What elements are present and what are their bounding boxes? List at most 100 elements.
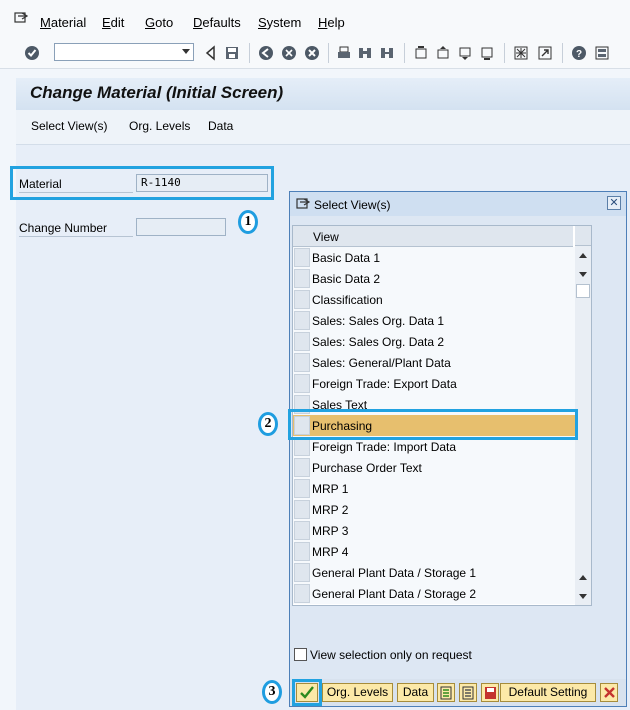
svg-text:?: ? xyxy=(576,49,582,60)
find-icon[interactable] xyxy=(357,45,373,61)
chevron-down-icon[interactable] xyxy=(182,49,190,54)
footer-data-button[interactable]: Data xyxy=(397,683,434,702)
views-table-header: View xyxy=(293,226,573,247)
select-all-icon xyxy=(440,686,452,700)
dialog-title-bar: Select View(s) ✕ xyxy=(290,192,626,216)
footer-org-levels-button[interactable]: Org. Levels xyxy=(322,683,393,702)
list-item[interactable]: MRP 4 xyxy=(293,541,575,562)
default-setting-button[interactable]: Default Setting xyxy=(500,683,596,702)
toolbar-separator xyxy=(562,43,563,63)
create-session-icon[interactable] xyxy=(513,45,529,61)
close-icon[interactable]: ✕ xyxy=(607,196,621,210)
cancel-button[interactable] xyxy=(600,683,618,702)
row-selector[interactable] xyxy=(294,269,310,288)
row-selector[interactable] xyxy=(294,521,310,540)
view-label: Basic Data 2 xyxy=(312,272,381,286)
material-highlight-box xyxy=(10,166,274,200)
list-item[interactable]: Basic Data 2 xyxy=(293,268,575,289)
list-item[interactable]: Basic Data 1 xyxy=(293,247,575,268)
scroll-down-button[interactable] xyxy=(575,588,591,604)
back-icon[interactable] xyxy=(258,45,274,61)
shortcut-icon[interactable] xyxy=(537,45,553,61)
list-item[interactable]: Sales: General/Plant Data xyxy=(293,352,575,373)
row-selector[interactable] xyxy=(294,248,310,267)
row-selector[interactable] xyxy=(294,563,310,582)
page-title-bar: Change Material (Initial Screen) xyxy=(16,78,630,110)
row-selector[interactable] xyxy=(294,311,310,330)
menu-help[interactable]: Help xyxy=(318,15,345,30)
find-next-icon[interactable] xyxy=(379,45,395,61)
first-page-icon[interactable] xyxy=(413,45,429,61)
print-icon[interactable] xyxy=(336,45,352,61)
list-item[interactable]: Classification xyxy=(293,289,575,310)
last-page-icon[interactable] xyxy=(479,45,495,61)
scrollbar-thumb[interactable] xyxy=(576,284,590,298)
row-selector[interactable] xyxy=(294,290,310,309)
view-label: Foreign Trade: Export Data xyxy=(312,377,457,391)
command-field[interactable] xyxy=(54,43,194,61)
toolbar-separator xyxy=(328,43,329,63)
save-icon[interactable] xyxy=(224,45,240,61)
menu-system[interactable]: System xyxy=(258,15,301,30)
scroll-up-button[interactable] xyxy=(575,248,591,264)
menu-edit[interactable]: Edit xyxy=(102,15,124,30)
list-item[interactable]: Foreign Trade: Export Data xyxy=(293,373,575,394)
view-label: General Plant Data / Storage 1 xyxy=(312,566,477,580)
step-marker-1: 1 xyxy=(238,210,258,234)
scroll-down-button[interactable] xyxy=(575,266,591,282)
select-all-button[interactable] xyxy=(437,683,455,702)
previous-page-icon[interactable] xyxy=(435,45,451,61)
dialog-menu-icon[interactable] xyxy=(296,198,310,210)
row-selector[interactable] xyxy=(294,500,310,519)
save-default-button[interactable] xyxy=(481,683,499,702)
menu-material[interactable]: Material xyxy=(40,15,86,30)
layout-menu-icon[interactable] xyxy=(594,45,610,61)
list-item[interactable]: General Plant Data / Storage 1 xyxy=(293,562,575,583)
view-label: Sales: General/Plant Data xyxy=(312,356,451,370)
dialog-title: Select View(s) xyxy=(314,198,391,212)
data-button[interactable]: Data xyxy=(208,119,233,133)
list-item[interactable]: MRP 2 xyxy=(293,499,575,520)
menu-defaults[interactable]: Defaults xyxy=(193,15,241,30)
view-label: MRP 4 xyxy=(312,545,349,559)
row-selector[interactable] xyxy=(294,374,310,393)
view-label: MRP 2 xyxy=(312,503,349,517)
row-selector[interactable] xyxy=(294,353,310,372)
help-icon[interactable]: ? xyxy=(571,45,587,61)
view-label: General Plant Data / Storage 2 xyxy=(312,587,477,601)
page-title: Change Material (Initial Screen) xyxy=(30,83,284,102)
enter-icon[interactable] xyxy=(24,45,40,61)
back-arrow-icon[interactable] xyxy=(203,45,219,61)
continue-highlight-box xyxy=(292,679,322,706)
deselect-all-icon xyxy=(462,686,474,700)
row-selector[interactable] xyxy=(294,458,310,477)
view-selection-label: View selection only on request xyxy=(310,648,472,662)
change-number-input[interactable] xyxy=(136,218,226,236)
select-views-button[interactable]: Select View(s) xyxy=(31,119,107,133)
save-icon xyxy=(485,687,496,699)
row-selector[interactable] xyxy=(294,332,310,351)
scrollbar-corner xyxy=(575,226,591,246)
view-label: MRP 3 xyxy=(312,524,349,538)
row-selector[interactable] xyxy=(294,542,310,561)
menu-goto[interactable]: Goto xyxy=(145,15,173,30)
view-label: Purchase Order Text xyxy=(312,461,422,475)
arrow-down-icon xyxy=(579,594,587,599)
list-item[interactable]: Sales: Sales Org. Data 1 xyxy=(293,310,575,331)
org-levels-button[interactable]: Org. Levels xyxy=(129,119,190,133)
list-item[interactable]: Purchase Order Text xyxy=(293,457,575,478)
view-selection-checkbox[interactable] xyxy=(294,648,307,661)
row-selector[interactable] xyxy=(294,479,310,498)
step-marker-2: 2 xyxy=(258,412,278,436)
list-item[interactable]: General Plant Data / Storage 2 xyxy=(293,583,575,604)
list-item[interactable]: Sales: Sales Org. Data 2 xyxy=(293,331,575,352)
next-page-icon[interactable] xyxy=(457,45,473,61)
menu-system-icon[interactable] xyxy=(14,12,28,24)
scroll-up-button[interactable] xyxy=(575,570,591,586)
cancel-icon[interactable] xyxy=(304,45,320,61)
list-item[interactable]: MRP 3 xyxy=(293,520,575,541)
deselect-all-button[interactable] xyxy=(459,683,477,702)
exit-icon[interactable] xyxy=(281,45,297,61)
list-item[interactable]: MRP 1 xyxy=(293,478,575,499)
row-selector[interactable] xyxy=(294,584,310,603)
